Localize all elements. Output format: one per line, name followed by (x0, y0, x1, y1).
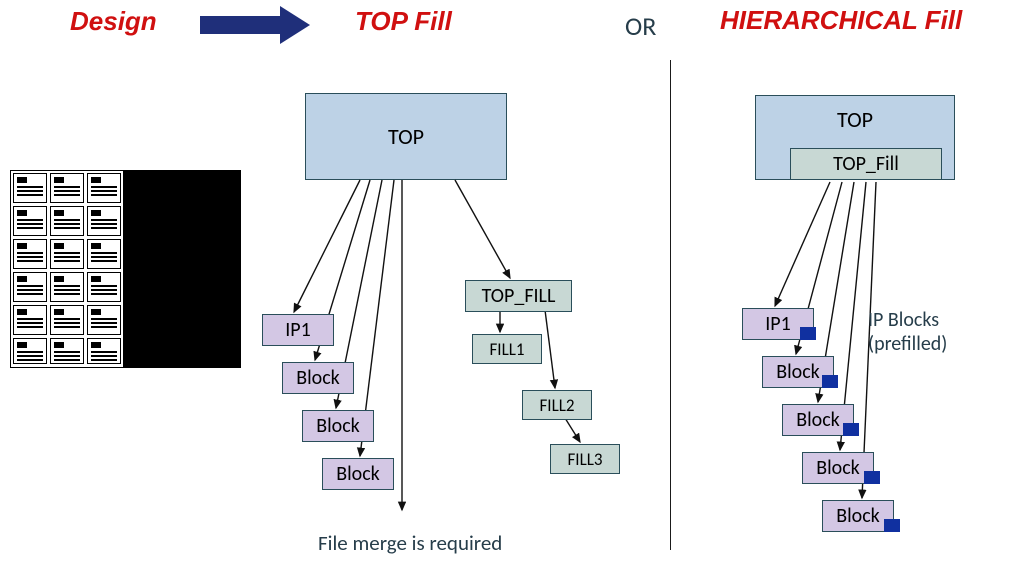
prefill-chip-5 (884, 519, 900, 532)
top-fill-box: TOP_FILL (465, 280, 572, 312)
prefill-chip-2 (822, 375, 838, 388)
header-hierarchical-text: HIERARCHICAL Fill (720, 5, 962, 35)
ip1-box: IP1 (262, 314, 334, 346)
header-topfill: TOP Fill (355, 6, 452, 37)
prefill-chip-4 (864, 471, 880, 484)
top-box: TOP (305, 93, 507, 180)
prefill-chip-1 (800, 327, 816, 340)
hier-topfill-inner: TOP_Fill (790, 148, 942, 180)
diagram-stage: Design TOP Fill OR HIERARCHICAL Fill TOP (0, 0, 1024, 570)
header-design: Design (70, 6, 157, 37)
vertical-separator (670, 60, 671, 550)
ip-note-line1: IP Blocks (868, 308, 939, 332)
block-box-2: Block (302, 410, 374, 442)
header-or: OR (625, 10, 656, 42)
design-fill-thumbnail (123, 170, 241, 368)
fill1-box: FILL1 (472, 334, 542, 364)
prefill-chip-3 (843, 423, 859, 436)
ip-note-line2: (prefilled) (868, 332, 947, 356)
footnote-merge: File merge is required (318, 530, 502, 556)
header-hierarchical: HIERARCHICAL Fill (720, 6, 962, 35)
block-box-1: Block (282, 362, 354, 394)
design-layout-thumbnail (10, 170, 124, 368)
fill3-box: FILL3 (550, 444, 620, 474)
block-box-3: Block (322, 458, 394, 490)
fill2-box: FILL2 (522, 390, 592, 420)
